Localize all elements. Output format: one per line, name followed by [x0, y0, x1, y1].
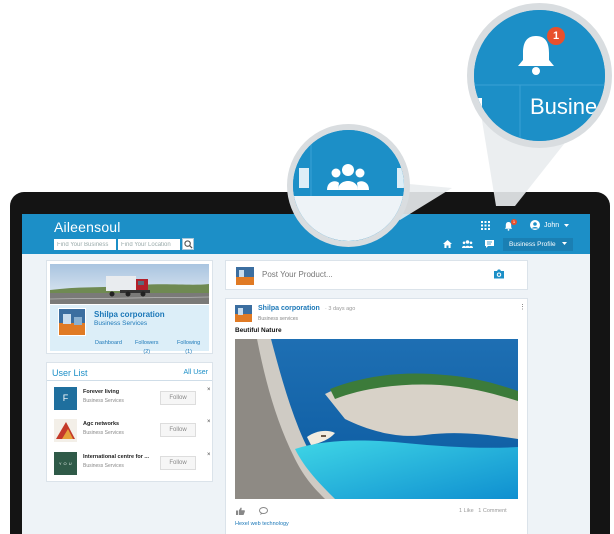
promo-stage: Aileensoul 1 — [0, 0, 614, 534]
notification-callout: 1 Busine — [467, 3, 612, 148]
business-profile-label: Busine — [530, 94, 598, 119]
notification-badge: 1 — [547, 27, 565, 45]
users-icon-callout — [287, 124, 410, 247]
